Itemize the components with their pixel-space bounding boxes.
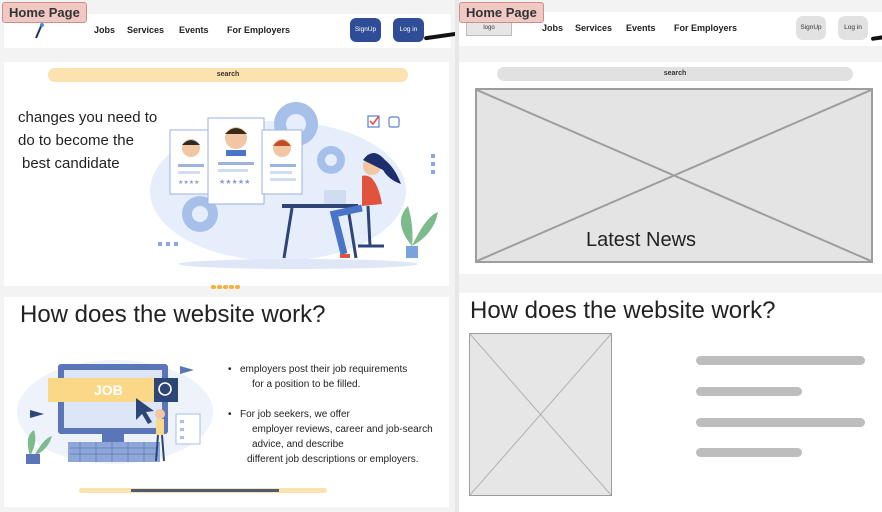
resume-card-1: ★★★★ (169, 129, 213, 195)
image-placeholder-icon (470, 334, 611, 495)
hifi-mockup: Home Page Jobs Services Events For Emplo… (0, 0, 455, 512)
page-tag: Home Page (459, 2, 544, 23)
nav-events[interactable]: Events (626, 23, 656, 33)
how-title: How does the website work? (20, 301, 326, 328)
login-button[interactable]: Log in (393, 18, 424, 42)
carousel-dots[interactable] (211, 276, 241, 294)
horizontal-scrollbar[interactable] (79, 488, 327, 493)
nav-jobs[interactable]: Jobs (542, 23, 563, 33)
job-illustration: JOB (17, 360, 213, 464)
nav-jobs[interactable]: Jobs (94, 25, 115, 35)
scroll-thumb[interactable] (131, 489, 279, 492)
page-tag: Home Page (2, 2, 87, 23)
svg-text:★★★★: ★★★★ (178, 179, 200, 186)
logo-icon[interactable] (32, 23, 46, 39)
nav-events[interactable]: Events (179, 25, 209, 35)
hero-headline: changes you need to do to become the bes… (18, 109, 158, 172)
nav-services[interactable]: Services (127, 25, 164, 35)
search-bar[interactable]: search (497, 67, 853, 81)
text-placeholder-line (696, 387, 802, 396)
text-placeholder-line (696, 356, 865, 365)
hero-illustration: ★★★★ ★★★★★ (150, 102, 438, 269)
job-badge-text: JOB (94, 382, 123, 398)
text-placeholder-line (696, 418, 865, 427)
wireframe-mockup: Home Page Jobs Services Events For Emplo… (459, 0, 882, 512)
text-placeholder-line (696, 448, 802, 457)
wireframe-comparison: Home Page Jobs Services Events For Emplo… (0, 0, 882, 512)
resume-card-2: ★★★★★ (207, 117, 265, 205)
nav-services[interactable]: Services (575, 23, 612, 33)
list-item: For job seekers, we offer employer revie… (228, 407, 450, 467)
how-it-works-list: employers post their job requirements fo… (228, 362, 450, 467)
list-item: employers post their job requirements fo… (228, 362, 450, 392)
how-title: How does the website work? (470, 297, 776, 324)
search-bar[interactable]: search (48, 68, 408, 82)
signup-button[interactable]: SignUp (350, 18, 381, 42)
resume-card-3 (261, 129, 303, 195)
login-button[interactable]: Log in (838, 16, 868, 40)
nav-for-employers[interactable]: For Employers (227, 25, 290, 35)
latest-news-title: Latest News (586, 229, 697, 251)
svg-text:★★★★★: ★★★★★ (219, 178, 250, 186)
signup-button[interactable]: SignUp (796, 16, 826, 40)
nav-for-employers[interactable]: For Employers (674, 23, 737, 33)
image-placeholder (469, 333, 612, 496)
